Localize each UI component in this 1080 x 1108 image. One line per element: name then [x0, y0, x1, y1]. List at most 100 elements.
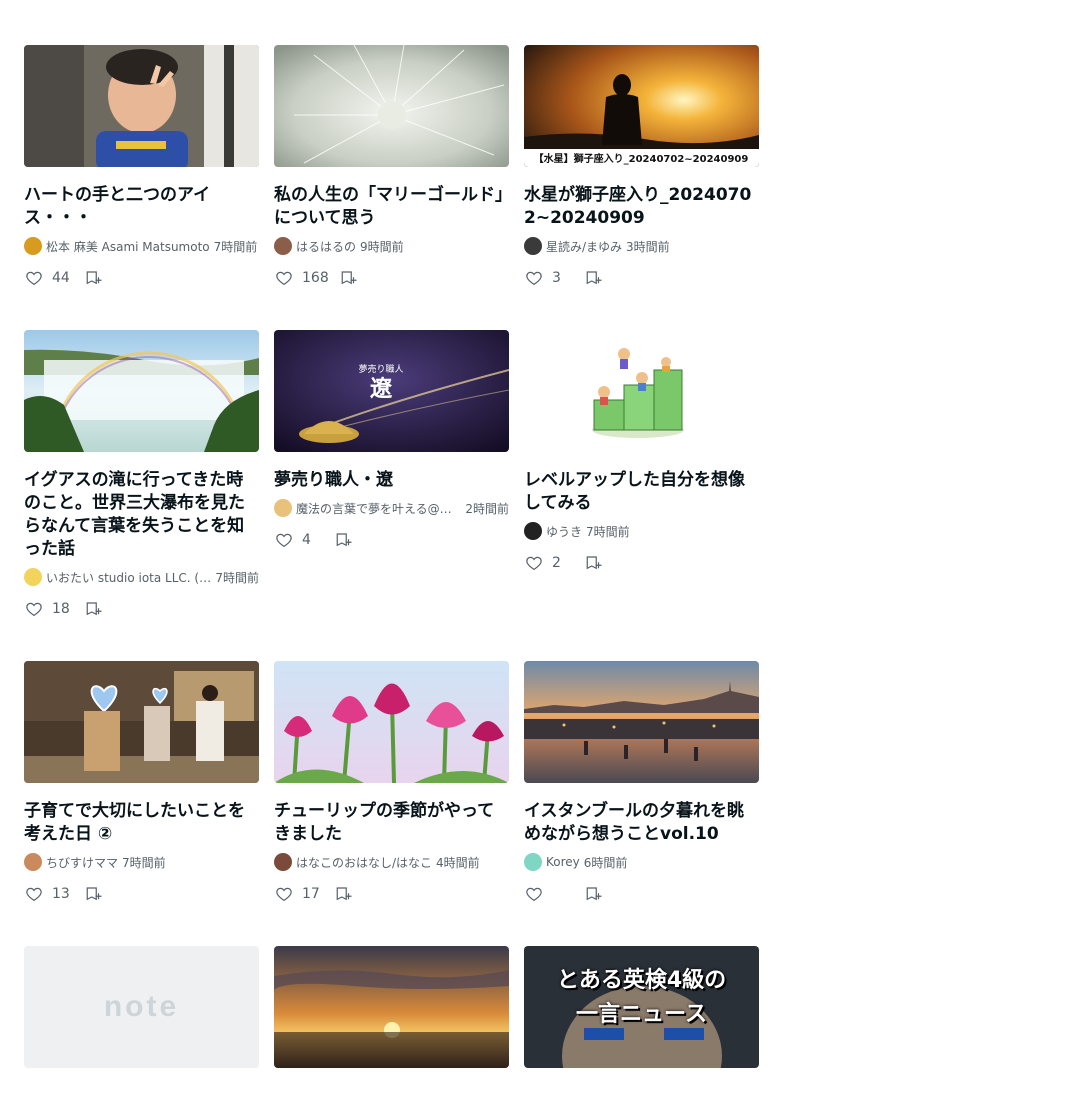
post-time: 3時間前: [626, 239, 670, 254]
article-author[interactable]: 魔法の言葉で夢を叶える@夢売り職人・遼 2時間前: [274, 498, 509, 518]
article-thumbnail[interactable]: [524, 330, 759, 452]
article-title[interactable]: 私の人生の「マリーゴールド」について思う: [274, 184, 509, 230]
article-title[interactable]: ハートの手と二つのアイス・・・: [24, 184, 259, 230]
article-card[interactable]: イグアスの滝に行ってきた時のこと。世界三大瀑布を見たらなんて言葉を失うことを知っ…: [24, 330, 259, 621]
article-author[interactable]: 星読み/まゆみ 3時間前: [524, 236, 759, 256]
article-card[interactable]: 【水星】獅子座入り_20240702~20240909 水星が獅子座入り_202…: [524, 45, 759, 290]
article-actions: 17: [274, 882, 509, 906]
bookmark-plus-icon[interactable]: [339, 268, 359, 288]
article-card[interactable]: 私の人生の「マリーゴールド」について思う はるはるの 9時間前 168: [274, 45, 509, 290]
like-count: 13: [52, 886, 70, 902]
like-count: 2: [552, 555, 561, 571]
article-thumbnail[interactable]: とある英検4級の 一言ニュース: [524, 946, 759, 1068]
article-thumbnail[interactable]: [24, 330, 259, 452]
avatar[interactable]: [524, 522, 542, 540]
bookmark-plus-icon[interactable]: [584, 553, 604, 573]
avatar[interactable]: [274, 853, 292, 871]
author-name: 松本 麻美 Asami Matsumoto: [46, 239, 210, 254]
like-count: 4: [302, 532, 311, 548]
article-title[interactable]: イグアスの滝に行ってきた時のこと。世界三大瀑布を見たらなんて言葉を失うことを知っ…: [24, 469, 259, 561]
author-name: ゆうき: [546, 524, 583, 539]
article-author[interactable]: いおたい studio iota LLC. (スタジオイオタ) 7時間前: [24, 567, 259, 587]
article-card[interactable]: 夢売り職人 遼 夢売り職人・遼 魔法の言葉で夢を叶える@夢売り職人・遼 2時間前…: [274, 330, 509, 621]
article-card[interactable]: 子育てで大切にしたいことを考えた日 ② ちびすけママ 7時間前 13: [24, 661, 259, 906]
author-name: はるはるの: [296, 239, 357, 254]
article-card[interactable]: note: [24, 946, 259, 1068]
heart-outline-icon[interactable]: [274, 268, 294, 288]
heart-outline-icon[interactable]: [524, 884, 544, 904]
like-count: 17: [302, 886, 320, 902]
article-actions: 44: [24, 266, 259, 290]
avatar[interactable]: [524, 853, 542, 871]
avatar[interactable]: [24, 853, 42, 871]
article-card[interactable]: イスタンブールの夕暮れを眺めながら想うことvol.10 Korey 6時間前: [524, 661, 759, 906]
bookmark-plus-icon[interactable]: [84, 599, 104, 619]
bookmark-plus-icon[interactable]: [334, 530, 354, 550]
author-name: 魔法の言葉で夢を叶える@夢売り職人・遼: [296, 501, 462, 516]
bookmark-plus-icon[interactable]: [84, 268, 104, 288]
article-title[interactable]: 子育てで大切にしたいことを考えた日 ②: [24, 800, 259, 846]
article-author[interactable]: ちびすけママ 7時間前: [24, 852, 259, 872]
heart-outline-icon[interactable]: [24, 884, 44, 904]
avatar[interactable]: [24, 237, 42, 255]
note-logo: note: [103, 990, 180, 1023]
article-actions: 3: [524, 266, 759, 290]
post-time: 2時間前: [465, 501, 509, 516]
article-card[interactable]: ハートの手と二つのアイス・・・ 松本 麻美 Asami Matsumoto 7時…: [24, 45, 259, 290]
article-title[interactable]: チューリップの季節がやってきました: [274, 800, 509, 846]
article-author[interactable]: はるはるの 9時間前: [274, 236, 509, 256]
article-thumbnail[interactable]: [24, 661, 259, 783]
bookmark-plus-icon[interactable]: [584, 884, 604, 904]
article-card[interactable]: とある英検4級の 一言ニュース: [524, 946, 759, 1068]
author-name: はなこのおはなし/はなこ: [296, 855, 433, 870]
article-card[interactable]: チューリップの季節がやってきました はなこのおはなし/はなこ 4時間前 17: [274, 661, 509, 906]
article-thumbnail[interactable]: [524, 661, 759, 783]
heart-outline-icon[interactable]: [24, 599, 44, 619]
bookmark-plus-icon[interactable]: [584, 268, 604, 288]
avatar[interactable]: [24, 568, 42, 586]
like-count: 168: [302, 270, 329, 286]
heart-outline-icon[interactable]: [524, 268, 544, 288]
heart-outline-icon[interactable]: [274, 530, 294, 550]
avatar[interactable]: [274, 237, 292, 255]
article-card[interactable]: レベルアップした自分を想像してみる ゆうき 7時間前 2: [524, 330, 759, 621]
article-author[interactable]: 松本 麻美 Asami Matsumoto 7時間前: [24, 236, 259, 256]
article-author[interactable]: Korey 6時間前: [524, 852, 759, 872]
article-author[interactable]: ゆうき 7時間前: [524, 521, 759, 541]
article-title[interactable]: レベルアップした自分を想像してみる: [524, 469, 759, 515]
article-thumbnail[interactable]: note: [24, 946, 259, 1068]
like-count: 3: [552, 270, 561, 286]
article-thumbnail[interactable]: [274, 661, 509, 783]
article-thumbnail[interactable]: [274, 45, 509, 167]
article-actions: 13: [24, 882, 259, 906]
thumbnail-caption-large: 遼: [370, 376, 393, 402]
avatar[interactable]: [274, 499, 292, 517]
article-actions: 18: [24, 597, 259, 621]
thumbnail-caption: 【水星】獅子座入り_20240702~20240909: [534, 152, 749, 165]
author-name: ちびすけママ: [46, 855, 119, 870]
like-count: 44: [52, 270, 70, 286]
author-name: Korey: [546, 855, 580, 869]
article-thumbnail[interactable]: [274, 946, 509, 1068]
post-time: 4時間前: [436, 855, 480, 870]
article-grid: ハートの手と二つのアイス・・・ 松本 麻美 Asami Matsumoto 7時…: [24, 45, 760, 1108]
article-actions: 4: [274, 528, 509, 552]
avatar[interactable]: [524, 237, 542, 255]
article-thumbnail[interactable]: [24, 45, 259, 167]
heart-outline-icon[interactable]: [524, 553, 544, 573]
bookmark-plus-icon[interactable]: [334, 884, 354, 904]
thumbnail-caption: 夢売り職人: [358, 363, 403, 375]
article-title[interactable]: イスタンブールの夕暮れを眺めながら想うことvol.10: [524, 800, 759, 846]
article-thumbnail[interactable]: 【水星】獅子座入り_20240702~20240909: [524, 45, 759, 167]
article-thumbnail[interactable]: 夢売り職人 遼: [274, 330, 509, 452]
heart-outline-icon[interactable]: [24, 268, 44, 288]
heart-outline-icon[interactable]: [274, 884, 294, 904]
bookmark-plus-icon[interactable]: [84, 884, 104, 904]
post-time: 7時間前: [122, 855, 166, 870]
article-actions: 168: [274, 266, 509, 290]
article-title[interactable]: 水星が獅子座入り_20240702~20240909: [524, 184, 759, 230]
author-name: 星読み/まゆみ: [546, 239, 623, 254]
article-author[interactable]: はなこのおはなし/はなこ 4時間前: [274, 852, 509, 872]
article-title[interactable]: 夢売り職人・遼: [274, 469, 509, 492]
article-card[interactable]: [274, 946, 509, 1068]
